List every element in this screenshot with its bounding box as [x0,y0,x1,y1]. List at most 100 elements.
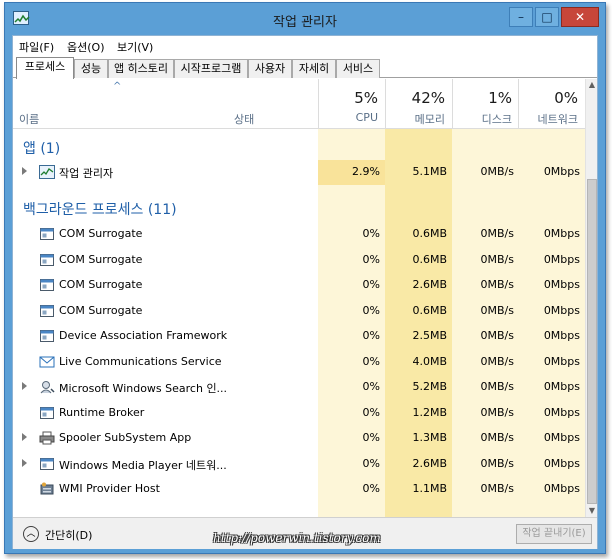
table-row[interactable]: Live Communications Service 0% 4.0MB 0MB/s 0… [13,350,585,375]
memory-value: 5.2MB [412,380,447,393]
expand-arrow-icon[interactable] [22,167,27,175]
network-value: 0Mbps [543,165,580,178]
table-row[interactable]: Runtime Broker 0% 1.2MB 0MB/s 0Mbps [13,401,585,426]
table-row[interactable]: COM Surrogate 0% 2.6MB 0MB/s 0Mbps [13,273,585,298]
table-row[interactable]: COM Surrogate 0% 0.6MB 0MB/s 0Mbps [13,248,585,273]
process-name: Live Communications Service [59,354,222,368]
group-header-background: 백그라운드 프로세스 (11) [13,196,585,221]
process-name: Spooler SubSystem App [59,431,192,444]
disk-value: 0MB/s [480,329,514,342]
tab-services[interactable]: 서비스 [336,59,380,78]
tab-users[interactable]: 사용자 [248,59,292,78]
tab-processes[interactable]: 프로세스 [16,57,74,79]
memory-value: 5.1MB [412,165,447,178]
network-value: 0Mbps [543,354,580,368]
window-app-icon [39,457,55,471]
memory-value: 1.2MB [412,405,447,419]
cpu-value: 0% [362,456,380,470]
process-name: COM Surrogate [59,227,143,240]
tab-startup[interactable]: 시작프로그램 [174,59,248,78]
tab-details[interactable]: 자세히 [292,59,336,78]
cpu-value: 0% [362,431,380,444]
table-row[interactable]: Device Association Framework ... 0% 2.5MB 0… [13,324,585,349]
memory-value: 2.5MB [412,329,447,342]
network-value: 0Mbps [543,380,580,393]
col-status[interactable]: 상태 [234,111,254,127]
network-value: 0Mbps [543,329,580,342]
memory-value: 0.6MB [412,303,447,317]
col-network[interactable]: 네트워크 [518,111,578,127]
chevron-up-icon[interactable]: ︿ [23,526,39,542]
task-manager-window: 작업 관리자 – □ ✕ 파일(F) 옵션(O) 보기(V) 프로세스 성능 앱… [4,2,606,554]
process-name: Microsoft Windows Search 인... [59,382,228,395]
disk-value: 0MB/s [480,278,514,291]
end-task-button[interactable]: 작업 끝내기(E) [516,524,592,544]
disk-value: 0MB/s [480,405,514,419]
process-name: Device Association Framework ... [59,329,229,342]
process-name: COM Surrogate [59,252,143,266]
col-memory[interactable]: 메모리 [385,111,445,127]
expand-arrow-icon[interactable] [22,382,27,390]
col-disk[interactable]: 디스크 [452,111,512,127]
tab-performance[interactable]: 성능 [74,59,108,78]
tab-app-history[interactable]: 앱 히스토리 [108,59,174,78]
sort-arrow-icon[interactable]: ^ [113,81,121,92]
process-name: WMI Provider Host [59,482,160,495]
table-row[interactable]: Spooler SubSystem App 0% 1.3MB 0MB/s 0Mbps [13,426,585,451]
cpu-value: 0% [362,278,380,291]
process-name: Windows Media Player 네트워... [59,458,227,472]
wmi-host-icon [39,482,55,496]
col-cpu[interactable]: CPU [318,111,378,124]
printer-icon [39,431,55,445]
expand-arrow-icon[interactable] [22,458,27,467]
table-row[interactable]: Windows Media Player 네트워... 0% 2.6MB 0MB/s 0… [13,452,585,477]
process-name: Runtime Broker [59,405,145,419]
window-app-icon [39,329,55,343]
col-name[interactable]: 이름 [19,111,39,127]
group-background-label: 백그라운드 프로세스 (11) [23,202,177,218]
network-value: 0Mbps [543,303,580,317]
cpu-value: 0% [362,482,380,495]
menu-view[interactable]: 보기(V) [117,39,153,55]
fewer-details-link[interactable]: 간단히(D) [45,527,92,543]
table-row[interactable]: 작업 관리자 2.9% 5.1MB 0MB/s 0Mbps [13,160,585,185]
window-app-icon [39,406,55,420]
table-row[interactable]: COM Surrogate 0% 0.6MB 0MB/s 0Mbps [13,299,585,324]
group-apps-label: 앱 (1) [23,141,61,157]
maximize-button[interactable]: □ [535,7,559,27]
disk-total: 1% [488,89,512,107]
menu-options[interactable]: 옵션(O) [67,39,104,55]
close-button[interactable]: ✕ [561,7,599,27]
expand-arrow-icon[interactable] [22,433,27,441]
task-manager-icon [39,165,55,179]
cpu-value: 0% [362,329,380,342]
table-row[interactable]: WMI Provider Host 0% 1.1MB 0MB/s 0Mbps [13,477,585,502]
window-app-icon [39,304,55,318]
scroll-up-icon[interactable]: ▲ [586,79,598,91]
network-value: 0Mbps [543,227,580,240]
memory-total: 42% [411,89,445,107]
scroll-down-icon[interactable]: ▼ [586,505,598,517]
table-row[interactable]: Microsoft Windows Search 인... 0% 5.2MB 0MB/… [13,375,585,400]
group-header-apps: 앱 (1) [13,135,585,160]
menu-file[interactable]: 파일(F) [19,39,54,55]
table-row[interactable]: COM Surrogate 0% 0.6MB 0MB/s 0Mbps [13,222,585,247]
disk-value: 0MB/s [480,354,514,368]
vertical-scrollbar[interactable]: ▲ ▼ [585,79,597,517]
client-area: 파일(F) 옵션(O) 보기(V) 프로세스 성능 앱 히스토리 시작프로그램 … [12,35,598,549]
mail-icon [39,355,55,369]
disk-value: 0MB/s [480,227,514,240]
disk-value: 0MB/s [480,456,514,470]
title-bar[interactable]: 작업 관리자 – □ ✕ [5,3,605,35]
process-name: COM Surrogate [59,278,143,291]
window-app-icon [39,278,55,292]
cpu-value: 0% [362,354,380,368]
cpu-value: 2.9% [352,165,380,178]
network-total: 0% [554,89,578,107]
memory-value: 4.0MB [412,354,447,368]
minimize-button[interactable]: – [509,7,533,27]
process-name: COM Surrogate [59,303,143,317]
disk-value: 0MB/s [480,165,514,178]
memory-value: 0.6MB [412,227,447,240]
scroll-thumb[interactable] [587,179,597,504]
